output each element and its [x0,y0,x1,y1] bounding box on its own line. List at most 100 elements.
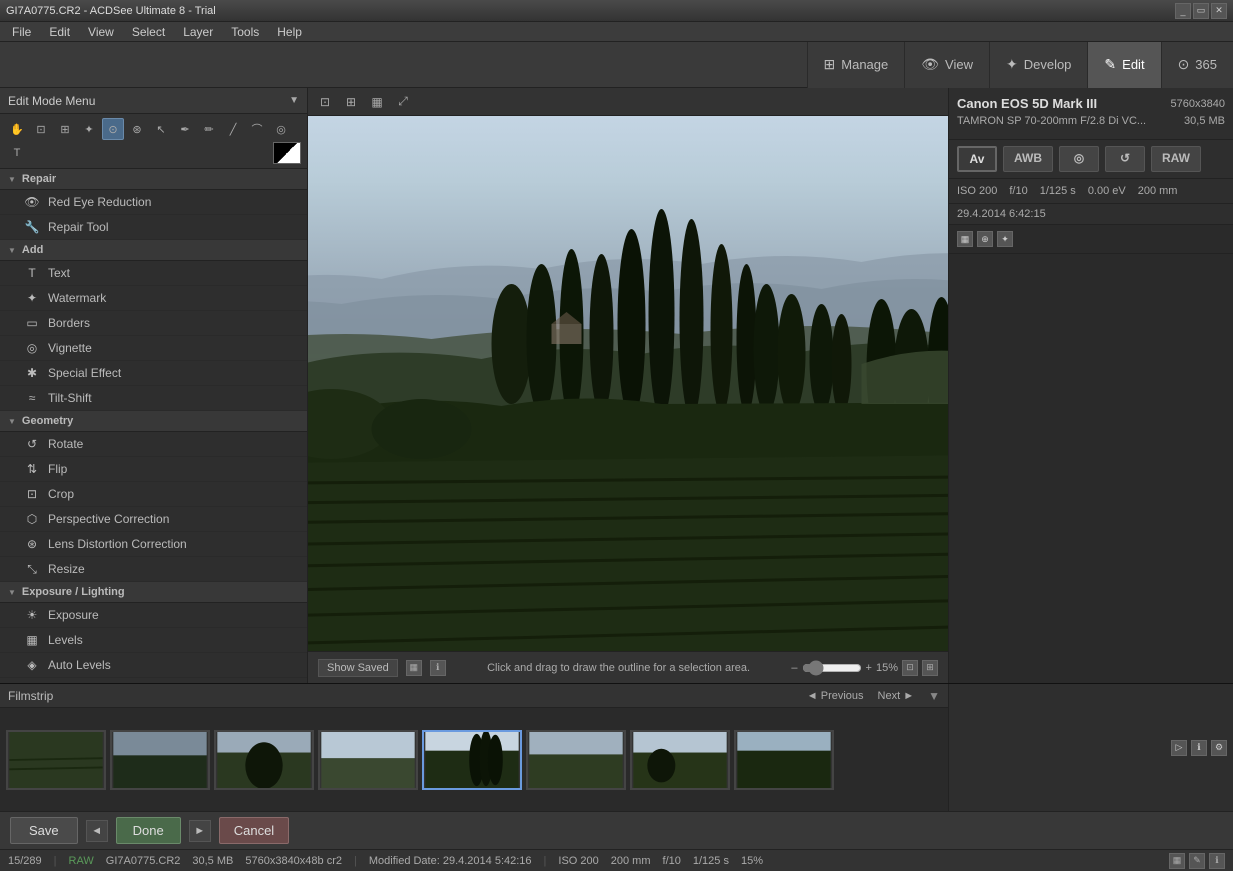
panel-item-watermark[interactable]: ✦Watermark [0,286,307,311]
filmstrip-thumb-8[interactable] [734,730,834,790]
info-right-icon[interactable]: ℹ [1191,740,1207,756]
view-tool-rect-select[interactable]: ⊡ [314,91,336,113]
content-row: Edit Mode Menu ▼ ✋ ⊡ ⊞ ✦ ⊙ ⊛ ↖ ✒ ✏ ╱ ⌒ ◎… [0,88,1233,683]
mode-raw[interactable]: RAW [1151,146,1201,172]
prev-nav-arrow[interactable]: ◄ [86,820,108,842]
view-tool-expand[interactable]: ⤢ [392,91,414,113]
settings-right-icon[interactable]: ⚙ [1211,740,1227,756]
minimize-button[interactable]: _ [1175,3,1191,19]
menu-item-view[interactable]: View [80,23,122,41]
filmstrip-expand-icon[interactable]: ▼ [928,689,940,703]
tool-line[interactable]: ╱ [222,118,244,140]
tool-transform[interactable]: ⊞ [54,118,76,140]
tool-select-rect[interactable]: ⊡ [30,118,52,140]
repair-tool-icon: 🔧 [24,219,40,235]
tool-shape[interactable]: ◎ [270,118,292,140]
panel-item-auto-levels[interactable]: ◈Auto Levels [0,653,307,678]
panel-item-crop[interactable]: ⊡Crop [0,482,307,507]
info-icon[interactable]: ℹ [430,660,446,676]
section-repair[interactable]: Repair [0,169,307,190]
panel-item-red-eye-reduction[interactable]: 👁Red Eye Reduction [0,190,307,215]
done-button[interactable]: Done [116,817,181,844]
menu-item-file[interactable]: File [4,23,39,41]
show-saved-button[interactable]: Show Saved [318,659,398,677]
tool-text[interactable]: T [6,142,28,164]
filmstrip-scroll[interactable] [0,708,948,811]
tool-stamp[interactable]: ⊛ [126,118,148,140]
filmstrip-thumb-7[interactable] [630,730,730,790]
filmstrip-thumb-3[interactable] [214,730,314,790]
filmstrip-thumb-6[interactable] [526,730,626,790]
mode-av[interactable]: Av [957,146,997,172]
expand-right-icon[interactable]: ▷ [1171,740,1187,756]
filmstrip-thumb-2[interactable] [110,730,210,790]
panel-item-text[interactable]: TText [0,261,307,286]
section-exposure---lighting[interactable]: Exposure / Lighting [0,582,307,603]
tool-brush[interactable]: ✒ [174,118,196,140]
tool-pen[interactable]: ✏ [198,118,220,140]
actual-size-icon[interactable]: ⊞ [922,660,938,676]
view-tool-columns[interactable]: ▦ [366,91,388,113]
status-icon-1[interactable]: ▦ [1169,853,1185,869]
tool-curve[interactable]: ⌒ [246,118,268,140]
panel-item-tilt-shift[interactable]: ≈Tilt-Shift [0,386,307,411]
section-add[interactable]: Add [0,240,307,261]
save-button[interactable]: Save [10,817,78,844]
fit-icon[interactable]: ⊡ [902,660,918,676]
panel-item-exposure[interactable]: ☀Exposure [0,603,307,628]
tool-lasso[interactable]: ⊙ [102,118,124,140]
panel-item-repair-tool[interactable]: 🔧Repair Tool [0,215,307,240]
zoom-slider[interactable] [802,660,862,676]
panel-scroll[interactable]: Repair👁Red Eye Reduction🔧Repair ToolAddT… [0,169,307,683]
tool-magic-wand[interactable]: ✦ [78,118,100,140]
map-icon[interactable]: ⊕ [977,231,993,247]
filmstrip-thumb-1[interactable] [6,730,106,790]
special-effect-label: Special Effect [48,366,121,380]
panel-item-vignette[interactable]: ◎Vignette [0,336,307,361]
filmstrip-icon[interactable]: ▦ [406,660,422,676]
panel-item-flip[interactable]: ⇅Flip [0,457,307,482]
filmstrip-thumb-4[interactable] [318,730,418,790]
view-tool-grid[interactable]: ⊞ [340,91,362,113]
keywords-icon[interactable]: ✦ [997,231,1013,247]
tool-move[interactable]: ✋ [6,118,28,140]
menu-item-help[interactable]: Help [269,23,310,41]
nav-365[interactable]: ⊙ 365 [1161,42,1233,88]
section-geometry[interactable]: Geometry [0,411,307,432]
panel-item-special-effect[interactable]: ✱Special Effect [0,361,307,386]
mode-awb[interactable]: AWB [1003,146,1053,172]
nav-view[interactable]: 👁 View [904,42,989,88]
mode-metering[interactable]: ◎ [1059,146,1099,172]
panel-item-levels[interactable]: ▦Levels [0,628,307,653]
prev-button[interactable]: ◄ Previous [807,690,864,702]
nav-edit[interactable]: ✎ Edit [1087,42,1160,88]
next-button[interactable]: Next ► [878,690,915,702]
menu-item-edit[interactable]: Edit [41,23,78,41]
edit-mode-bar[interactable]: Edit Mode Menu ▼ [0,88,307,114]
status-icon-2[interactable]: ✎ [1189,853,1205,869]
zoom-minus[interactable]: – [791,662,797,674]
close-button[interactable]: ✕ [1211,3,1227,19]
nav-manage[interactable]: ⊞ Manage [807,42,905,88]
menubar: FileEditViewSelectLayerToolsHelp [0,22,1233,42]
mode-flash[interactable]: ↺ [1105,146,1145,172]
panel-item-resize[interactable]: ⤡Resize [0,557,307,582]
tool-arrow[interactable]: ↖ [150,118,172,140]
menu-item-select[interactable]: Select [124,23,173,41]
histogram-icon[interactable]: ▦ [957,231,973,247]
restore-button[interactable]: ▭ [1193,3,1209,19]
status-shutter: 1/125 s [693,855,729,867]
menu-item-layer[interactable]: Layer [175,23,221,41]
panel-item-rotate[interactable]: ↺Rotate [0,432,307,457]
menu-item-tools[interactable]: Tools [223,23,267,41]
panel-item-perspective-correction[interactable]: ⬡Perspective Correction [0,507,307,532]
panel-item-borders[interactable]: ▭Borders [0,311,307,336]
zoom-plus[interactable]: + [866,662,872,674]
status-icon-3[interactable]: ℹ [1209,853,1225,869]
filmstrip-thumb-5[interactable] [422,730,522,790]
next-nav-arrow[interactable]: ► [189,820,211,842]
nav-develop[interactable]: ✦ Develop [989,42,1087,88]
color-swatch[interactable] [273,142,301,164]
panel-item-lens-distortion-correction[interactable]: ⊛Lens Distortion Correction [0,532,307,557]
cancel-button[interactable]: Cancel [219,817,289,844]
